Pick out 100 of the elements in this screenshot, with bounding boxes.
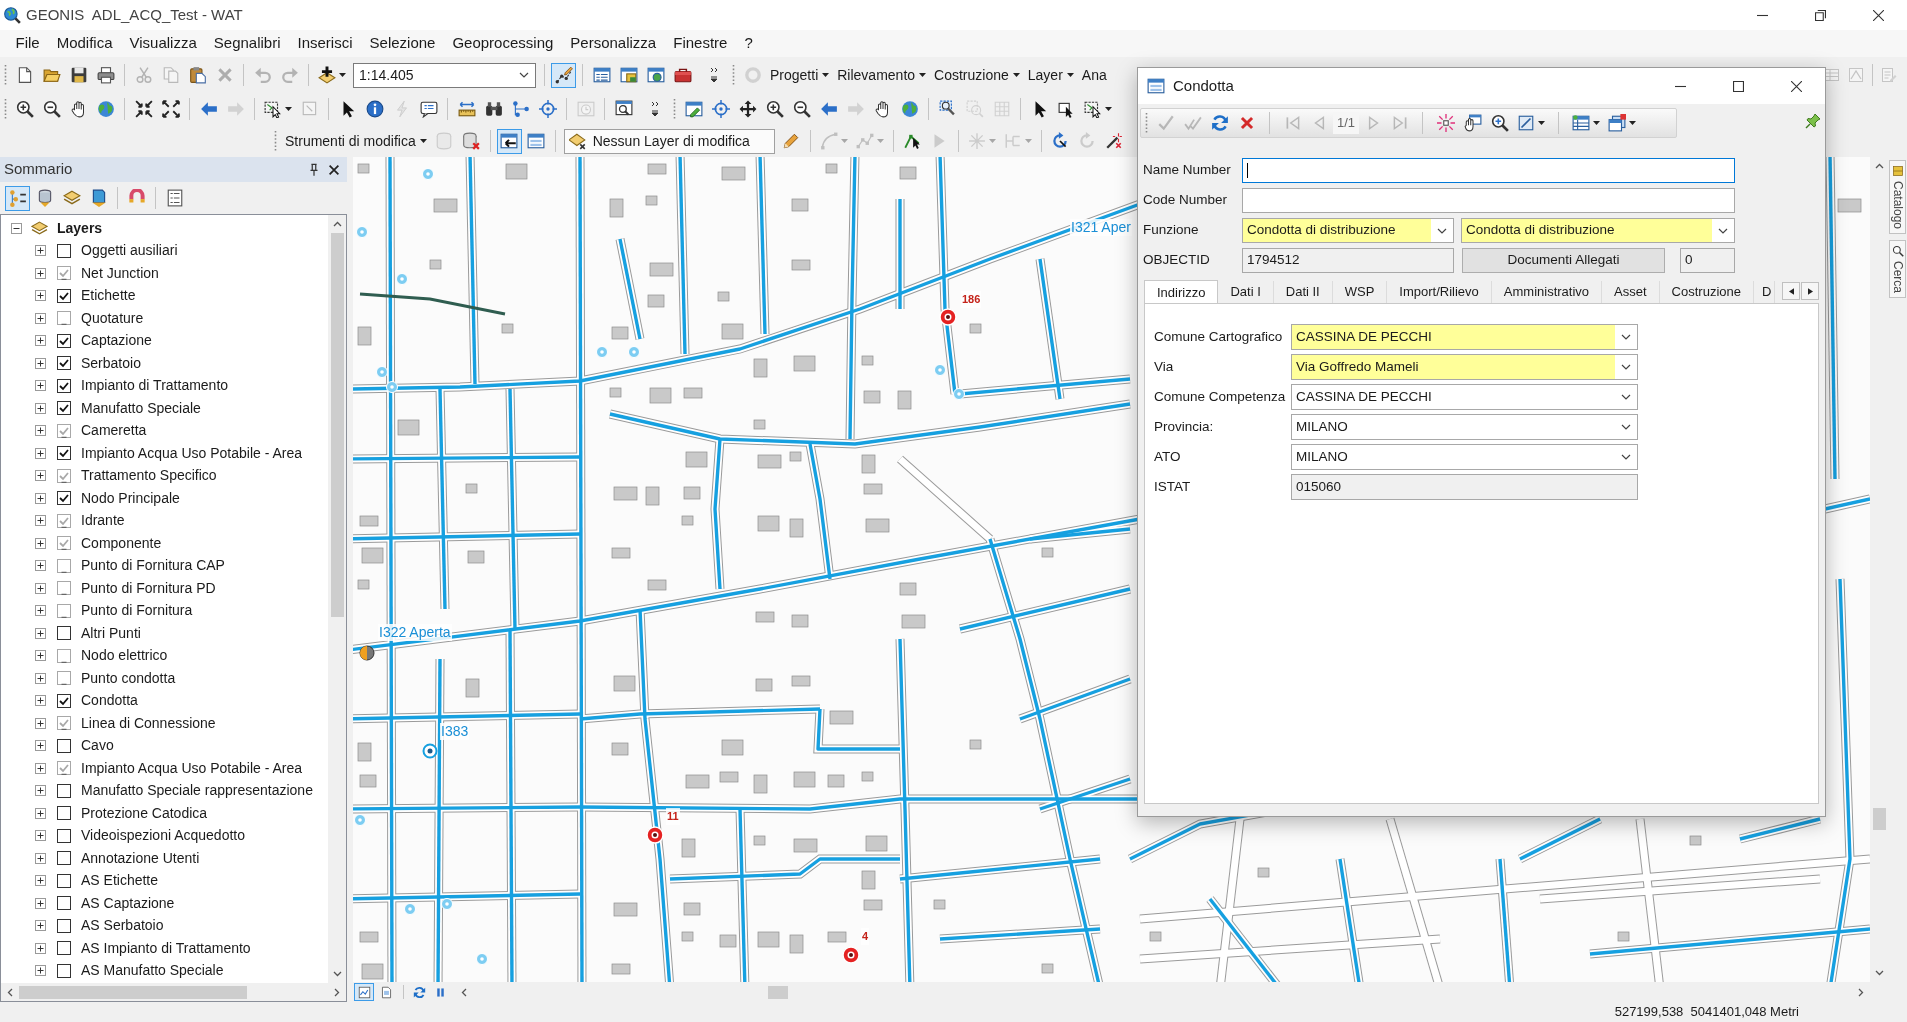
window-list-icon[interactable] [592,66,611,84]
printer-icon[interactable] [96,66,115,84]
expand-box-icon[interactable] [35,605,46,617]
layer-checkbox[interactable] [57,918,71,933]
layer-name[interactable]: Impianto Acqua Uso Potabile - Area [81,757,303,779]
scale-combo-box[interactable]: 1:14.405 [353,62,536,88]
layer-name[interactable]: Oggetti ausiliari [81,240,178,262]
horizontal-scrollbar[interactable] [1,983,346,1001]
expand-box-icon[interactable] [35,717,46,729]
pushpin-icon[interactable] [1805,113,1821,129]
expand-box-icon[interactable] [35,447,46,459]
expand-box-icon[interactable] [35,740,46,752]
layer-checkbox[interactable] [57,266,71,281]
chevron-down-icon[interactable] [1621,454,1631,460]
chevron-down-icon[interactable] [1718,227,1728,234]
layer-name[interactable]: Captazione [81,330,152,352]
expand-box-icon[interactable] [35,852,46,864]
grip-handle-icon[interactable] [732,64,735,86]
layer-checkbox[interactable] [57,356,71,371]
magnifier-window-icon[interactable] [614,100,633,118]
layer-checkbox[interactable] [57,401,71,416]
binoculars-icon[interactable] [484,100,503,118]
expand-box-icon[interactable] [35,807,46,819]
caret-icon[interactable] [822,73,830,77]
collapse-box-icon[interactable] [11,222,22,234]
window-cabinet-icon[interactable] [619,66,638,84]
close-icon[interactable] [1872,9,1884,21]
caret-icon[interactable] [1066,73,1074,77]
back-arrow-icon[interactable] [199,100,218,118]
tab[interactable]: Indirizzo [1144,280,1219,303]
window-stack-icon[interactable] [1608,114,1627,132]
expand-box-icon[interactable] [35,470,46,482]
maximize-icon[interactable] [1732,80,1744,92]
expand-box-icon[interactable] [35,627,46,639]
dashed-rectangle-pointer-icon[interactable] [264,100,282,118]
menu-item[interactable]: Geoprocessing [443,32,562,55]
layer-checkbox[interactable] [57,243,71,258]
layer-name[interactable]: Annotazione Utenti [81,847,200,869]
wand-sparkle-icon[interactable] [1105,132,1124,150]
layer-name[interactable]: Manufatto Speciale rappresentazione [81,780,313,802]
layer-name[interactable]: Etichette [81,285,136,307]
menu-item[interactable]: Personalizza [561,32,665,55]
layer-name[interactable]: AS Serbatoio [81,915,164,937]
scroll-down-icon[interactable] [1874,970,1884,976]
arrows-inward-icon[interactable] [134,100,153,118]
caret-icon[interactable] [1105,107,1112,111]
square-slash-icon[interactable] [1517,114,1536,132]
caret-icon[interactable] [285,107,292,111]
layer-name[interactable]: Protezione Catodica [81,802,208,824]
layer-checkbox[interactable] [57,558,71,573]
ruler-arrow-icon[interactable] [457,100,476,118]
dropdown-field[interactable]: Condotta di distribuzione [1461,218,1735,243]
layer-checkbox[interactable] [57,513,71,528]
dropdown-field[interactable]: MILANO [1291,414,1638,440]
layer-name[interactable]: Componente [81,532,162,554]
scroll-up-icon[interactable] [1874,163,1884,169]
layer-name[interactable]: Videoispezioni Acquedotto [81,825,245,847]
expand-box-icon[interactable] [35,875,46,887]
grip-handle-icon[interactable] [1145,112,1148,134]
chevron-down-icon[interactable] [1621,424,1631,430]
side-panel-tab[interactable]: Cerca [1889,240,1906,299]
crosshair-icon[interactable] [538,100,557,118]
list-page-icon[interactable] [165,189,184,207]
toolbar-menu-button[interactable]: Ana [1077,63,1111,87]
layer-checkbox[interactable] [57,626,71,641]
layer-checkbox[interactable] [57,851,71,866]
scrollbar-thumb[interactable] [19,985,247,999]
pencil-icon[interactable] [782,132,801,150]
layer-checkbox[interactable] [57,446,71,461]
move-arrows-icon[interactable] [738,100,757,118]
expand-box-icon[interactable] [35,965,46,977]
layer-name[interactable]: Condotta [81,690,138,712]
window-pencil-icon[interactable] [684,100,703,118]
caret-icon[interactable] [1538,121,1546,125]
layer-name[interactable]: Punto di Fornitura PD [81,577,216,599]
dashed-rectangle-magnifier-icon[interactable] [938,100,957,118]
toolbar-menu-button[interactable]: Rilevamento [833,63,931,87]
menu-item[interactable]: Segnalibri [205,32,289,55]
menu-item[interactable]: File [7,32,49,55]
layer-name[interactable]: Impianto Acqua Uso Potabile - Area [81,442,303,464]
layer-checkbox[interactable] [57,423,71,438]
layer-checkbox[interactable] [57,333,71,348]
sparkle-square-icon[interactable] [1436,114,1455,132]
plus-diamond-icon[interactable] [318,66,336,84]
scroll-right-icon[interactable] [334,987,340,997]
layer-name[interactable]: Cavo [81,735,114,757]
scroll-down-icon[interactable] [332,971,342,977]
layer-name[interactable]: AS Captazione [81,892,175,914]
layer-name[interactable]: Nodo elettrico [81,645,168,667]
tree-root-label[interactable]: Layers [57,217,103,239]
scrollbar-thumb[interactable] [768,985,788,999]
chevron-down-icon[interactable] [1437,227,1447,234]
layer-checkbox[interactable] [57,716,71,731]
magnifier-plus-icon[interactable] [1490,114,1509,132]
expand-box-icon[interactable] [35,942,46,954]
globe-icon[interactable] [900,100,919,118]
hand-window-icon[interactable] [1463,114,1482,132]
layer-checkbox[interactable] [57,693,71,708]
layer-name[interactable]: Nodo Principale [81,487,180,509]
menu-item[interactable]: ? [735,32,762,55]
